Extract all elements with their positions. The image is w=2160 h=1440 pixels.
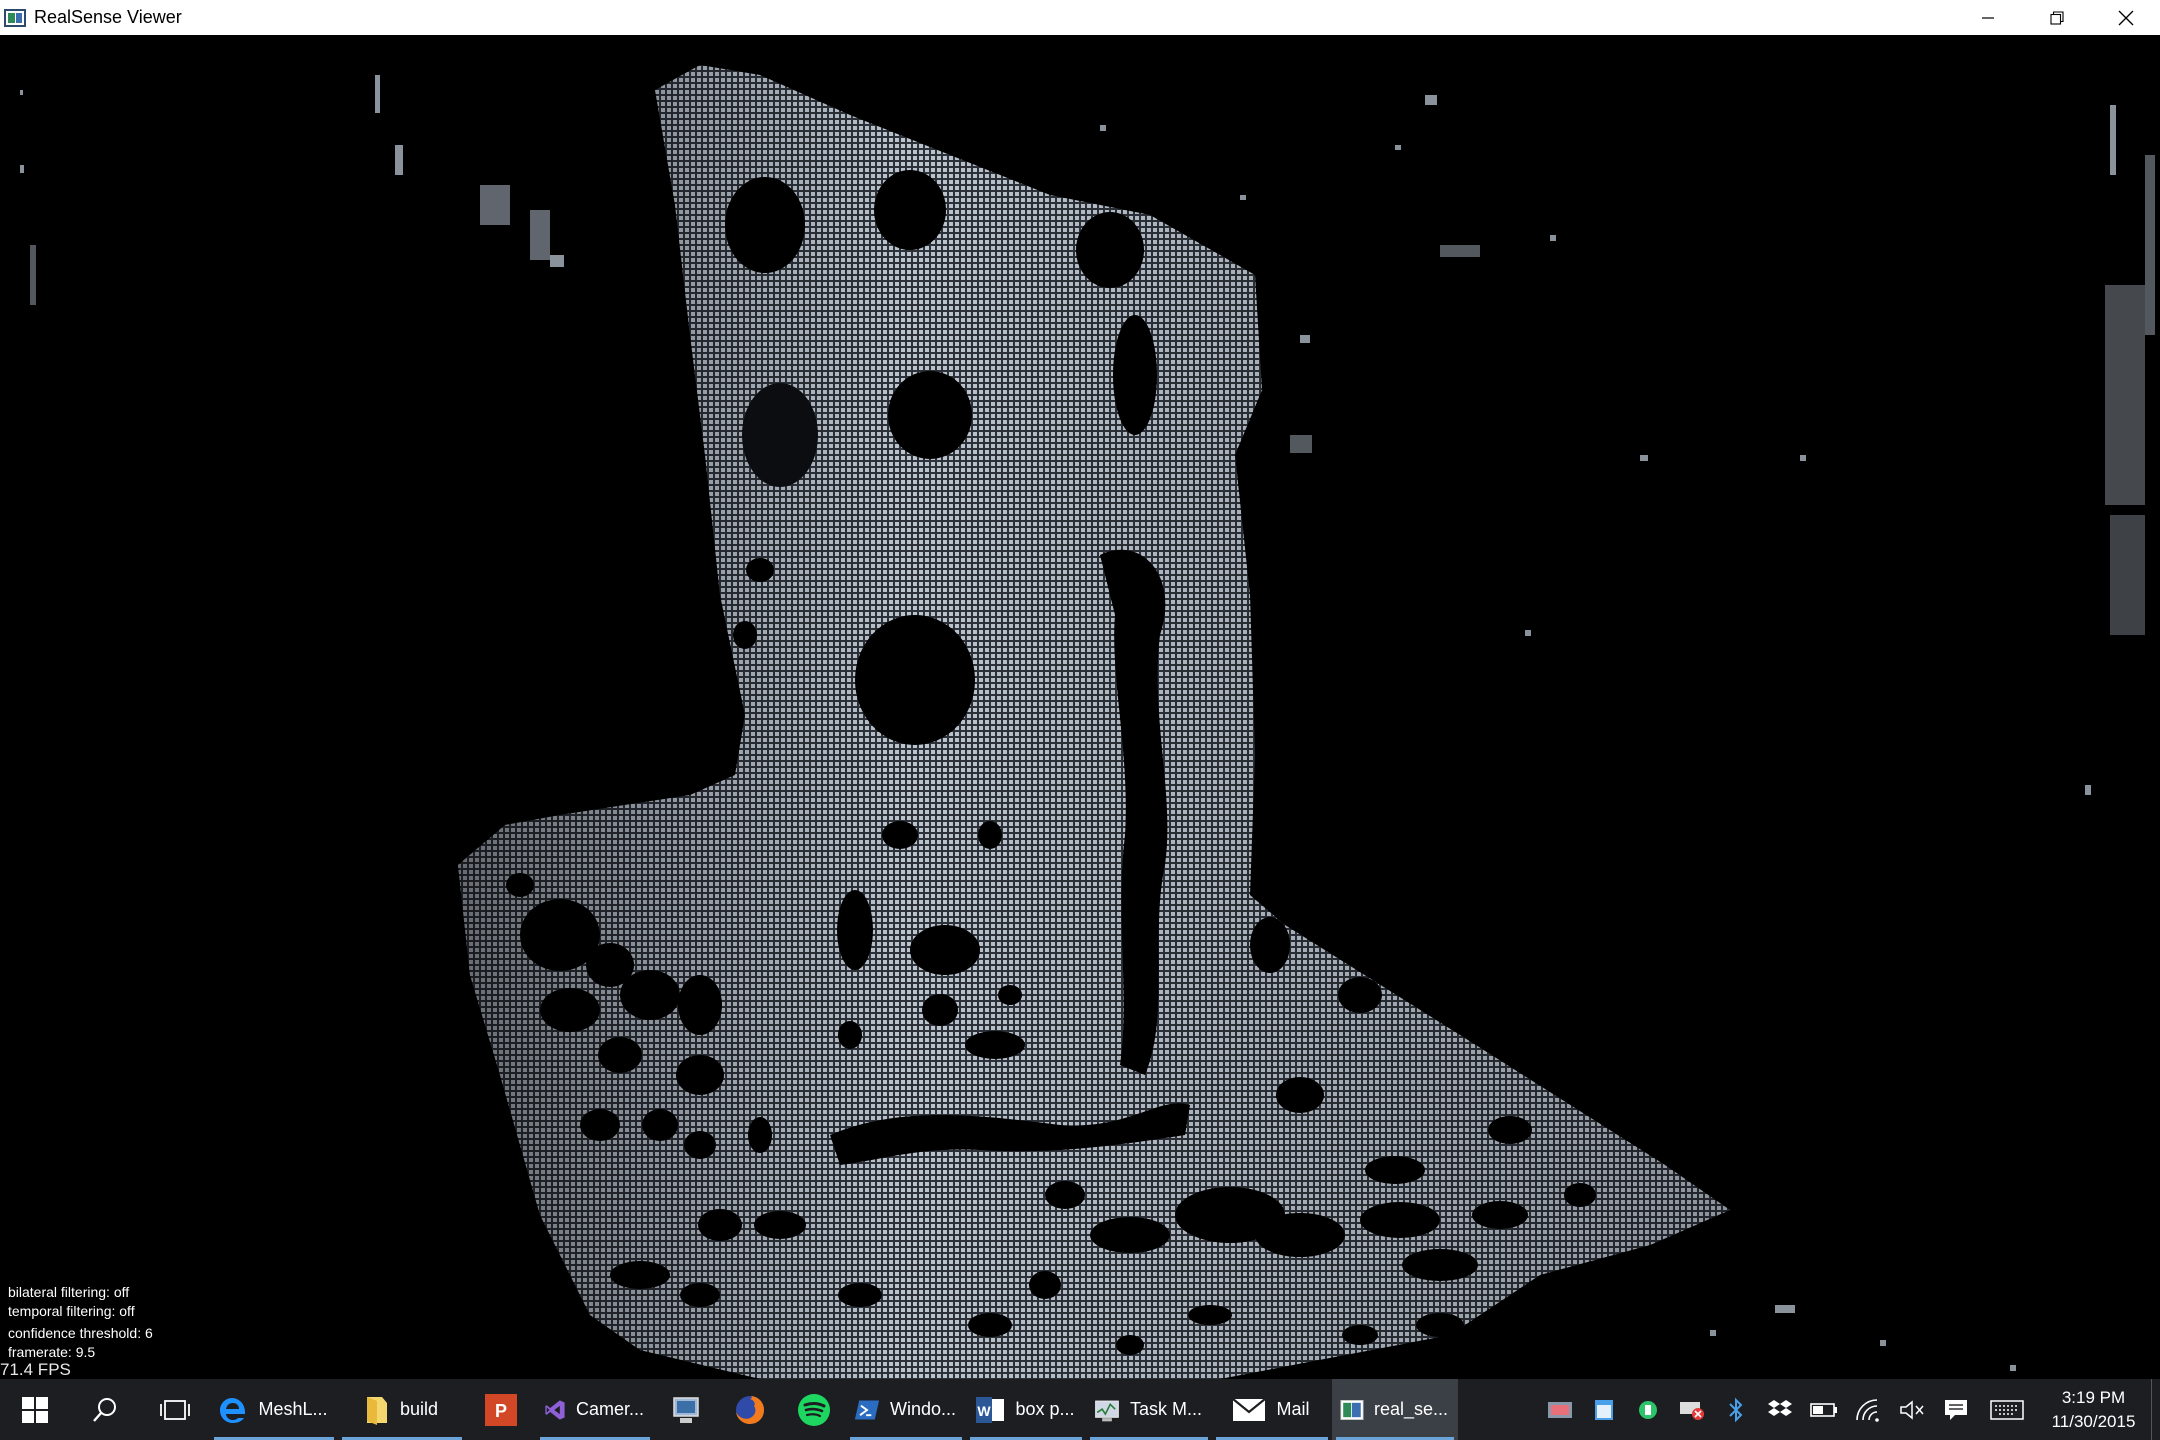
show-desktop-button[interactable] (2151, 1379, 2160, 1440)
mail-icon (1232, 1397, 1267, 1421)
realsense-icon (1340, 1399, 1364, 1420)
clock-date: 11/30/2015 (2051, 1411, 2136, 1431)
clock-time: 3:19 PM (2061, 1387, 2126, 1407)
taskbar-app-firefox[interactable] (718, 1379, 782, 1440)
dropbox-icon (1768, 1399, 1792, 1416)
taskbar-app-label: MeshL... (258, 1399, 328, 1419)
taskbar-app-mail[interactable]: Mail (1212, 1379, 1332, 1440)
taskbar-app-label: Task M... (1129, 1399, 1202, 1419)
volume-muted-icon (1900, 1399, 1924, 1420)
minimize-icon (1981, 16, 1994, 19)
taskbar-app-label: box p... (1015, 1399, 1075, 1419)
depth-viewport[interactable]: bilateral filtering: off temporal filter… (0, 35, 2160, 1379)
fps-counter: 71.4 FPS (0, 1360, 71, 1379)
tray-battery[interactable] (1802, 1379, 1846, 1440)
taskbar-app-label: Windo... (889, 1399, 956, 1419)
taskbar-app-label: real_se... (1373, 1399, 1448, 1419)
close-icon (2118, 10, 2133, 25)
task-manager-icon (1095, 1400, 1119, 1421)
tray-app-icon[interactable] (1626, 1379, 1670, 1440)
computer-management-icon (673, 1396, 699, 1423)
taskbar-app-realsense[interactable]: real_se... (1332, 1379, 1458, 1440)
title-bar[interactable]: RealSense Viewer (0, 0, 2160, 35)
taskbar-app-powerpoint[interactable]: P (466, 1379, 536, 1440)
visual-studio-icon (545, 1399, 565, 1420)
point-cloud-render[interactable] (0, 35, 2160, 1379)
keyboard-error-icon (1680, 1401, 1704, 1420)
search-button[interactable] (70, 1379, 140, 1440)
temporal-filter-status: temporal filtering: off (8, 1303, 135, 1319)
bluetooth-icon (1729, 1397, 1743, 1422)
taskbar-app-word[interactable]: W box p... (966, 1379, 1086, 1440)
green-status-icon (1639, 1400, 1657, 1419)
taskbar-app-powershell[interactable]: Windo... (846, 1379, 966, 1440)
tray-app-icon[interactable] (1670, 1379, 1714, 1440)
battery-icon (1810, 1402, 1837, 1417)
folder-icon (366, 1396, 387, 1425)
task-view-button[interactable] (140, 1379, 210, 1440)
taskbar: MeshL... build P Camer... Windo... W box… (0, 1379, 2160, 1440)
edge-icon (220, 1397, 246, 1423)
taskbar-app-task-manager[interactable]: Task M... (1086, 1379, 1212, 1440)
wifi-icon (1856, 1398, 1879, 1422)
tray-app-icon[interactable] (1582, 1379, 1626, 1440)
tray-volume[interactable] (1890, 1379, 1934, 1440)
minimize-button[interactable] (1953, 0, 2022, 35)
monitor-tool-icon (1548, 1401, 1572, 1418)
firefox-icon (736, 1395, 764, 1424)
powerpoint-icon: P (485, 1393, 517, 1426)
window-tool-icon (1595, 1399, 1613, 1420)
task-view-icon (160, 1399, 190, 1420)
windows-logo-icon (22, 1396, 48, 1423)
tray-bluetooth[interactable] (1714, 1379, 1758, 1440)
restore-button[interactable] (2022, 0, 2091, 35)
taskbar-app-build[interactable]: build (338, 1379, 466, 1440)
bilateral-filter-status: bilateral filtering: off (8, 1284, 130, 1300)
close-button[interactable] (2091, 0, 2160, 35)
taskbar-app-meshlab[interactable]: MeshL... (210, 1379, 338, 1440)
tray-touch-keyboard[interactable] (1978, 1379, 2036, 1440)
svg-text:W: W (978, 1403, 992, 1419)
taskbar-app-computer-management[interactable] (654, 1379, 718, 1440)
action-center-icon (1945, 1399, 1967, 1420)
tray-dropbox[interactable] (1758, 1379, 1802, 1440)
taskbar-app-visual-studio[interactable]: Camer... (536, 1379, 654, 1440)
tray-app-icon[interactable] (1538, 1379, 1582, 1440)
taskbar-app-label: build (399, 1399, 439, 1419)
tray-wifi[interactable] (1846, 1379, 1890, 1440)
word-icon: W (976, 1396, 1005, 1423)
taskbar-app-spotify[interactable] (782, 1379, 846, 1440)
taskbar-clock[interactable]: 3:19 PM 11/30/2015 (2036, 1386, 2151, 1434)
restore-icon (2049, 10, 2064, 25)
svg-text:P: P (495, 1401, 507, 1421)
window-title: RealSense Viewer (34, 7, 182, 27)
realsense-app-icon (4, 8, 26, 27)
taskbar-app-label: Camer... (575, 1399, 644, 1419)
filter-status-overlay: bilateral filtering: off temporal filter… (8, 1283, 153, 1362)
start-button[interactable] (0, 1379, 70, 1440)
taskbar-app-label: Mail (1276, 1399, 1310, 1419)
tray-action-center[interactable] (1934, 1379, 1978, 1440)
spotify-icon (798, 1393, 830, 1426)
search-icon (93, 1397, 116, 1422)
system-tray: 3:19 PM 11/30/2015 (1538, 1379, 2160, 1440)
touch-keyboard-icon (1990, 1399, 2024, 1420)
confidence-threshold-status: confidence threshold: 6 (8, 1325, 153, 1341)
powershell-icon (854, 1399, 880, 1420)
